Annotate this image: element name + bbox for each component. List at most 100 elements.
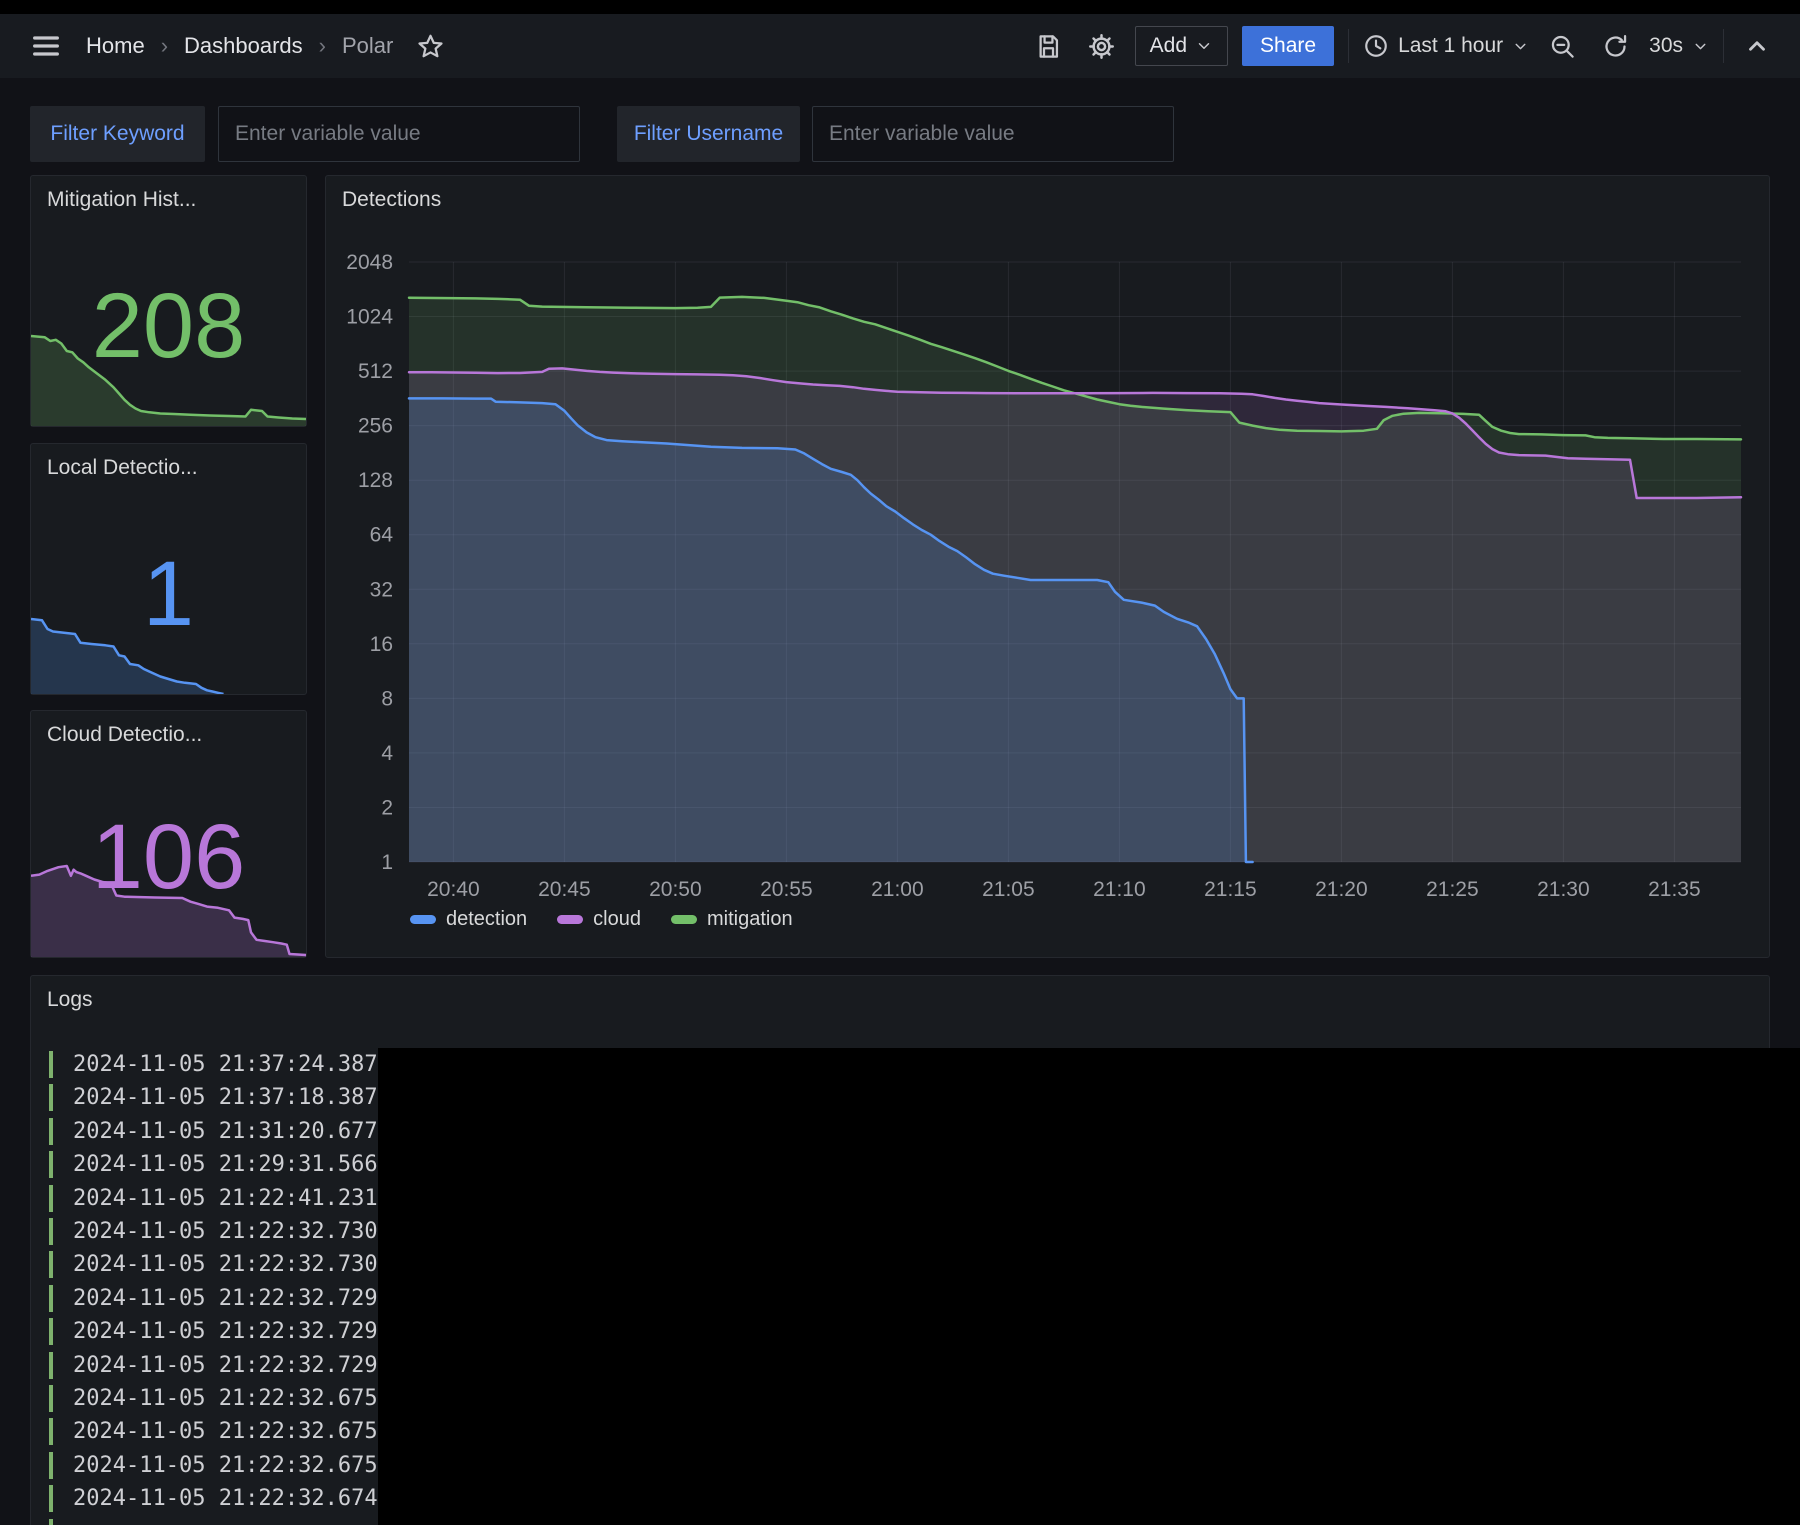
time-range-picker[interactable]: Last 1 hour [1363, 33, 1529, 59]
log-level-bar [49, 1285, 53, 1312]
legend-item-cloud[interactable]: cloud [557, 908, 641, 931]
filter-keyword-label[interactable]: Filter Keyword [30, 106, 205, 162]
panel-title: Local Detectio... [47, 456, 198, 480]
legend-color-pill [557, 915, 583, 924]
y-axis-tick-label: 32 [370, 578, 393, 601]
y-axis-tick-label: 128 [358, 469, 393, 492]
panel-title: Mitigation Hist... [47, 188, 196, 212]
breadcrumb: Home › Dashboards › Polar [80, 29, 399, 63]
log-timestamp: 2024-11-05 21:22:32.730 [73, 1251, 378, 1278]
legend-color-pill [410, 915, 436, 924]
legend-label: mitigation [707, 908, 793, 931]
legend-label: detection [446, 908, 527, 931]
top-black-strip [0, 0, 1800, 14]
log-timestamp: 2024-11-05 21:31:20.677 [73, 1118, 378, 1145]
x-axis-tick-label: 21:30 [1537, 878, 1590, 901]
x-axis-tick-label: 21:05 [982, 878, 1035, 901]
dashboard-settings-button[interactable] [1082, 27, 1121, 66]
log-timestamp: 2024-11-05 21:29:31.566 [73, 1151, 378, 1178]
share-button-label: Share [1260, 34, 1316, 58]
y-axis-tick-label: 64 [370, 524, 394, 547]
zoom-out-icon [1549, 33, 1576, 60]
chevron-down-icon [1195, 37, 1213, 55]
legend-item-detection[interactable]: detection [410, 908, 527, 931]
top-nav: Home › Dashboards › Polar Add [0, 14, 1800, 78]
stat-panel-local-detections: Local Detectio... 1 [30, 443, 307, 695]
x-axis-tick-label: 21:25 [1426, 878, 1479, 901]
nav-divider [1348, 29, 1349, 63]
legend-item-mitigation[interactable]: mitigation [671, 908, 793, 931]
refresh-button[interactable] [1596, 27, 1635, 66]
add-button-label: Add [1150, 34, 1187, 58]
chart-legend: detection cloud mitigation [410, 908, 793, 931]
log-timestamp: 2024-11-05 21:22:32.675 [73, 1385, 378, 1412]
log-level-bar [49, 1251, 53, 1278]
log-level-bar [49, 1452, 53, 1479]
chevron-down-icon [1512, 38, 1529, 55]
breadcrumb-dashboards[interactable]: Dashboards [178, 29, 309, 63]
detections-chart-plot[interactable]: 20481024512256128643216842120:4020:4520:… [326, 176, 1769, 957]
log-level-bar [49, 1418, 53, 1445]
breadcrumb-separator: › [161, 33, 168, 59]
share-button[interactable]: Share [1242, 26, 1334, 66]
log-level-bar [49, 1385, 53, 1412]
stat-panel-mitigation-history: Mitigation Hist... 208 [30, 175, 307, 427]
redacted-log-content [378, 1048, 1800, 1525]
x-axis-tick-label: 21:00 [871, 878, 924, 901]
filter-username-label[interactable]: Filter Username [617, 106, 800, 162]
log-level-bar [49, 1185, 53, 1212]
log-timestamp: 2024-11-05 21:22:32.729 [73, 1318, 378, 1345]
log-level-bar [49, 1218, 53, 1245]
detections-chart-panel: Detections 20481024512256128643216842120… [325, 175, 1770, 958]
favorite-button[interactable] [411, 27, 450, 66]
save-dashboard-button[interactable] [1029, 27, 1068, 66]
filter-username-input[interactable] [812, 106, 1174, 162]
add-button[interactable]: Add [1135, 26, 1228, 66]
clock-icon [1363, 33, 1389, 59]
hamburger-icon [30, 30, 62, 62]
zoom-out-time-button[interactable] [1543, 27, 1582, 66]
x-axis-tick-label: 21:20 [1315, 878, 1368, 901]
log-level-bar [49, 1118, 53, 1145]
panel-title: Detections [342, 188, 441, 212]
log-level-bar [49, 1151, 53, 1178]
x-axis-tick-label: 20:50 [649, 878, 702, 901]
refresh-interval-picker[interactable]: 30s [1649, 34, 1709, 58]
stat-value-mitigation: 208 [31, 280, 306, 372]
filter-keyword-input[interactable] [218, 106, 580, 162]
log-timestamp: 2024-11-05 21:22:32.675 [73, 1418, 378, 1445]
log-level-bar [49, 1485, 53, 1512]
x-axis-tick-label: 20:40 [427, 878, 480, 901]
log-level-bar [49, 1318, 53, 1345]
x-axis-tick-label: 20:55 [760, 878, 813, 901]
breadcrumb-home[interactable]: Home [80, 29, 151, 63]
stat-panel-cloud-detections: Cloud Detectio... 106 [30, 710, 307, 958]
log-level-bar [49, 1051, 53, 1078]
gear-icon [1088, 33, 1115, 60]
menu-button[interactable] [24, 24, 68, 68]
log-timestamp: 2024-11-05 21:22:32.675 [73, 1452, 378, 1479]
refresh-interval-label: 30s [1649, 34, 1683, 58]
panel-title: Cloud Detectio... [47, 723, 202, 747]
x-axis-tick-label: 21:15 [1204, 878, 1257, 901]
nav-actions: Add Share Last 1 hour 30s [1029, 26, 1776, 66]
log-level-bar [49, 1519, 53, 1525]
y-axis-tick-label: 512 [358, 360, 393, 383]
x-axis-tick-label: 21:35 [1648, 878, 1701, 901]
refresh-icon [1602, 33, 1629, 60]
panel-title: Logs [47, 988, 93, 1012]
legend-label: cloud [593, 908, 641, 931]
time-range-label: Last 1 hour [1398, 34, 1503, 58]
collapse-nav-button[interactable] [1738, 27, 1776, 65]
log-timestamp: 2024-11-05 21:22:32.730 [73, 1218, 378, 1245]
log-timestamp: 2024-11-05 21:22:41.231 [73, 1185, 378, 1212]
stat-value-local: 1 [31, 548, 306, 640]
log-level-bar [49, 1352, 53, 1379]
breadcrumb-separator-2: › [319, 33, 326, 59]
y-axis-tick-label: 1 [381, 851, 393, 874]
y-axis-tick-label: 16 [370, 633, 393, 656]
x-axis-tick-label: 20:45 [538, 878, 591, 901]
y-axis-tick-label: 1024 [346, 306, 393, 329]
stat-value-cloud: 106 [31, 811, 306, 903]
star-icon [417, 33, 444, 60]
